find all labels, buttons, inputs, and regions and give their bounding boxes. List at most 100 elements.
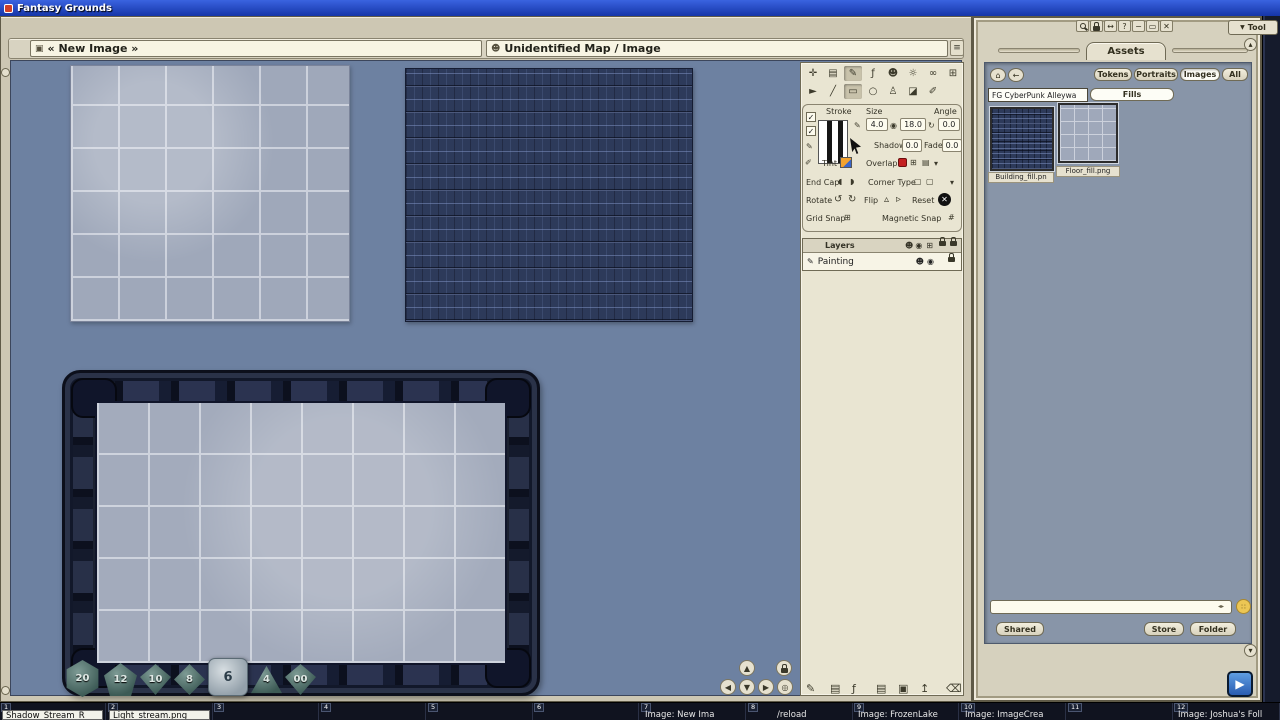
assets-home-button[interactable]: ⌂ <box>990 68 1006 82</box>
magnet-snap-icon[interactable]: # <box>948 213 955 222</box>
window-help-button[interactable]: ? <box>1118 20 1131 32</box>
framed-map-stamp[interactable] <box>62 370 540 696</box>
person-icon[interactable]: ☻ <box>916 257 924 266</box>
token-tool-button[interactable]: ♙ <box>884 84 902 99</box>
flip-horizontal-icon[interactable]: ▵ <box>884 194 889 205</box>
paint-mode-button[interactable]: ✎ <box>844 66 862 81</box>
window-close-button[interactable]: ✕ <box>1160 20 1173 32</box>
hotkey-slot-11[interactable]: 11 <box>1067 703 1173 720</box>
pan-right-button[interactable]: ▶ <box>758 679 774 695</box>
lock-icon[interactable] <box>948 257 955 262</box>
line-tool-button[interactable]: ╱ <box>824 84 842 99</box>
layer-row-painting[interactable]: ✎ Painting ☻ ◉ <box>803 253 961 270</box>
export-icon[interactable]: ↥ <box>920 682 929 695</box>
asset-thumb-floor-fill[interactable] <box>1058 103 1118 163</box>
hotkey-slot-1[interactable]: 1 Shadow_Stream_R <box>0 703 106 720</box>
add-layer-icon[interactable]: ▤ <box>830 682 840 695</box>
hotkey-slot-2[interactable]: 2 Light_stream.png <box>107 703 213 720</box>
ellipse-tool-button[interactable]: ○ <box>864 84 882 99</box>
tool-menu-button[interactable]: ▼ Tool <box>1228 20 1278 35</box>
stamp-tool-button[interactable]: ✐ <box>924 84 942 99</box>
eye-icon[interactable]: ◉ <box>927 257 934 266</box>
store-button[interactable]: Store <box>1144 622 1184 636</box>
assets-scroll-down-button[interactable]: ▾ <box>1244 644 1257 657</box>
assets-scroll-up-button[interactable]: ▴ <box>1244 38 1257 51</box>
lock-view-button[interactable] <box>776 660 792 676</box>
hotkey-slot-6[interactable]: 6 <box>533 703 639 720</box>
map-name-field[interactable]: ▣ « New Image » <box>30 40 482 57</box>
filter-portraits-button[interactable]: Portraits <box>1134 68 1178 81</box>
copy-icon[interactable]: ▣ <box>898 682 908 695</box>
fade-input[interactable] <box>942 139 962 152</box>
module-tab-cyberpunk[interactable]: FG CyberPunk Alleywa <box>988 88 1088 102</box>
hotkey-slot-4[interactable]: 4 <box>320 703 426 720</box>
assets-tab[interactable]: Assets <box>1086 42 1166 60</box>
fills-button[interactable]: Fills <box>1090 88 1174 101</box>
hotkey-slot-9[interactable]: 9 Image: FrozenLake <box>853 703 959 720</box>
window-edge-knob[interactable] <box>1 686 10 695</box>
stroke-enable-checkbox[interactable]: ✓ <box>806 112 816 122</box>
assets-search-input[interactable] <box>990 600 1232 614</box>
shadow-input[interactable] <box>902 139 922 152</box>
overlap-red-toggle[interactable] <box>898 158 907 167</box>
trash-icon[interactable]: ⌫ <box>946 682 962 695</box>
flip-vertical-icon[interactable]: ▹ <box>896 194 901 205</box>
grid-mode-button[interactable]: ⊞ <box>944 66 962 81</box>
window-minimize-button[interactable]: − <box>1132 20 1145 32</box>
effects-mode-button[interactable]: ƒ <box>864 66 882 81</box>
folder-icon[interactable]: ▤ <box>876 682 886 695</box>
pan-up-button[interactable]: ▲ <box>739 660 755 676</box>
header-menu-button[interactable]: ≡ <box>950 40 964 56</box>
window-zoom-button[interactable] <box>1076 20 1089 32</box>
lighting-mode-button[interactable]: ☼ <box>904 66 922 81</box>
tokens-mode-button[interactable]: ☻ <box>884 66 902 81</box>
layers-mode-button[interactable]: ▤ <box>824 66 842 81</box>
shared-button[interactable]: Shared <box>996 622 1044 636</box>
asset-thumb-building-fill[interactable] <box>990 107 1054 171</box>
pan-down-button[interactable]: ▼ <box>739 679 755 695</box>
pan-left-button[interactable]: ◀ <box>720 679 736 695</box>
lock-icon[interactable] <box>939 241 946 246</box>
search-scroll-arrows-icon[interactable]: ◂▸ <box>1218 603 1224 610</box>
hotkey-slot-8[interactable]: 8 /reload <box>747 703 853 720</box>
add-drawing-icon[interactable]: ✎ <box>806 682 815 695</box>
window-lock-button[interactable] <box>1090 20 1103 32</box>
stroke-size-input[interactable] <box>866 118 888 131</box>
stroke-width-input[interactable] <box>900 118 926 131</box>
assets-options-button[interactable]: ∷ <box>1236 599 1251 614</box>
tint-color-swatch[interactable] <box>840 157 852 168</box>
window-restore-button[interactable]: ▭ <box>1146 20 1159 32</box>
center-view-button[interactable]: ◎ <box>777 679 793 695</box>
hotkey-slot-10[interactable]: 10 Image: ImageCrea <box>960 703 1066 720</box>
rotate-cw-icon[interactable]: ↻ <box>848 194 856 205</box>
assets-back-button[interactable]: ← <box>1008 68 1024 82</box>
floor-texture-stamp[interactable] <box>70 65 350 322</box>
lock-icon[interactable] <box>950 241 957 246</box>
grid-snap-icon[interactable]: ⊞ <box>844 213 851 222</box>
move-tool-button[interactable]: ✛ <box>804 66 822 81</box>
folder-button[interactable]: Folder <box>1190 622 1236 636</box>
grid-icon[interactable]: ⊞ <box>926 241 933 250</box>
reset-button[interactable]: ✕ <box>938 193 951 206</box>
rectangle-tool-button[interactable]: ▭ <box>844 84 862 99</box>
filter-all-button[interactable]: All <box>1222 68 1248 81</box>
links-mode-button[interactable]: ∞ <box>924 66 942 81</box>
fill-enable-checkbox[interactable]: ✓ <box>806 126 816 136</box>
hotkey-slot-12[interactable]: 12 Image: Joshua's Foll <box>1173 703 1280 720</box>
map-title-field[interactable]: ☻ Unidentified Map / Image <box>486 40 948 57</box>
window-resize-button[interactable]: ↔ <box>1104 20 1117 32</box>
window-edge-knob[interactable] <box>1 68 10 77</box>
die-d6[interactable]: 6 <box>208 658 248 696</box>
hotkey-slot-7[interactable]: 7 Image: New Ima <box>640 703 746 720</box>
rotate-ccw-icon[interactable]: ↺ <box>834 194 842 205</box>
angle-input[interactable] <box>938 118 960 131</box>
filter-images-button[interactable]: Images <box>1180 68 1220 81</box>
titlebar[interactable]: Fantasy Grounds <box>0 0 1280 16</box>
person-icon[interactable]: ☻ <box>905 241 913 250</box>
hotkey-slot-5[interactable]: 5 <box>427 703 533 720</box>
building-texture-stamp[interactable] <box>405 68 693 322</box>
eraser-tool-button[interactable]: ◪ <box>904 84 922 99</box>
select-tool-button[interactable]: ► <box>804 84 822 99</box>
add-effect-icon[interactable]: ƒ <box>852 682 856 695</box>
filter-tokens-button[interactable]: Tokens <box>1094 68 1132 81</box>
